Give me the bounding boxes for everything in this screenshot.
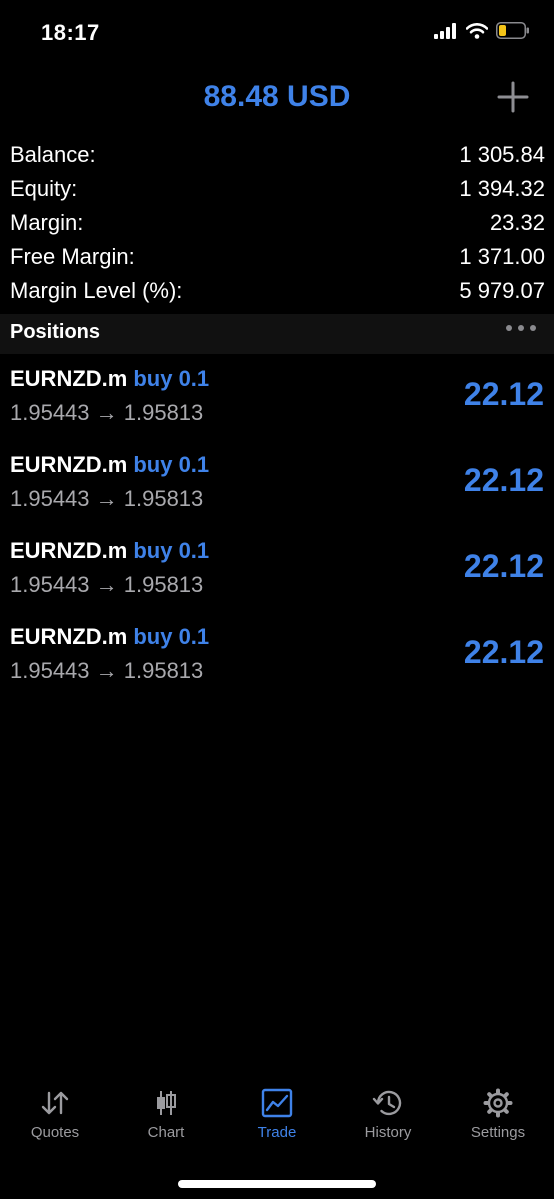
position-side: buy 0.1: [133, 624, 210, 649]
more-dots-icon: [506, 325, 512, 331]
tab-label: Trade: [257, 1124, 297, 1141]
summary-value: 1 371.00: [459, 244, 545, 269]
signal-icon: [434, 22, 456, 39]
position-symbol: EURNZD.m: [10, 538, 128, 563]
summary-value: 1 305.84: [459, 142, 545, 167]
position-title: EURNZD.m buy 0.1: [10, 366, 209, 392]
tab-bar: Quotes Chart Trade History Settings: [0, 1080, 554, 1170]
position-prices: 1.95443 → 1.95813: [10, 486, 204, 511]
account-summary: Balance: 1 305.84 Equity: 1 394.32 Margi…: [10, 138, 545, 308]
status-time: 18:17: [41, 20, 100, 45]
summary-row-free-margin: Free Margin: 1 371.00: [10, 240, 545, 274]
tab-label: Settings: [470, 1124, 526, 1141]
position-title: EURNZD.m buy 0.1: [10, 538, 209, 564]
more-dots-icon: [530, 325, 536, 331]
position-title: EURNZD.m buy 0.1: [10, 452, 209, 478]
account-profit-title: 88.48 USD: [203, 80, 351, 113]
summary-label: Balance:: [10, 142, 96, 167]
tab-chart[interactable]: Chart: [111, 1080, 221, 1160]
summary-label: Margin:: [10, 210, 84, 235]
section-title: Positions: [10, 321, 101, 343]
gear-icon: [483, 1088, 513, 1118]
position-row[interactable]: EURNZD.m buy 0.1 1.95443 → 1.95813 22.12: [0, 446, 554, 532]
positions-section-header: Positions: [0, 314, 554, 354]
summary-label: Margin Level (%):: [10, 278, 183, 303]
position-symbol: EURNZD.m: [10, 366, 128, 391]
position-profit: 22.12: [463, 376, 544, 412]
position-profit: 22.12: [463, 548, 544, 584]
position-row[interactable]: EURNZD.m buy 0.1 1.95443 → 1.95813 22.12: [0, 360, 554, 446]
plus-icon: [497, 81, 529, 113]
positions-list: EURNZD.m buy 0.1 1.95443 → 1.95813 22.12 …: [0, 360, 554, 704]
summary-label: Free Margin:: [10, 244, 135, 269]
status-icons: [434, 22, 530, 39]
position-row[interactable]: EURNZD.m buy 0.1 1.95443 → 1.95813 22.12: [0, 532, 554, 618]
summary-row-margin: Margin: 23.32: [10, 206, 545, 240]
tab-quotes[interactable]: Quotes: [0, 1080, 110, 1160]
summary-label: Equity:: [10, 176, 78, 201]
wifi-icon: [466, 22, 488, 39]
tab-label: History: [364, 1124, 412, 1141]
summary-row-balance: Balance: 1 305.84: [10, 138, 545, 172]
battery-icon: [496, 22, 529, 39]
position-row[interactable]: EURNZD.m buy 0.1 1.95443 → 1.95813 22.12: [0, 618, 554, 704]
tab-label: Chart: [147, 1124, 185, 1141]
more-dots-icon: [518, 325, 524, 331]
summary-value: 1 394.32: [459, 176, 545, 201]
history-clock-icon: [372, 1090, 402, 1116]
sort-arrows-icon: [41, 1091, 69, 1115]
new-order-button[interactable]: [496, 80, 530, 114]
status-bar: 18:17: [0, 0, 554, 68]
home-indicator: [178, 1180, 376, 1188]
position-prices: 1.95443 → 1.95813: [10, 400, 204, 425]
tab-label: Quotes: [30, 1124, 80, 1141]
tab-settings[interactable]: Settings: [443, 1080, 553, 1160]
summary-value: 5 979.07: [459, 278, 545, 303]
position-symbol: EURNZD.m: [10, 624, 128, 649]
summary-value: 23.32: [489, 210, 545, 235]
trade-chart-icon: [261, 1088, 293, 1118]
position-side: buy 0.1: [133, 538, 210, 563]
position-profit: 22.12: [463, 634, 544, 670]
header: 88.48 USD: [0, 72, 554, 124]
position-symbol: EURNZD.m: [10, 452, 128, 477]
position-profit: 22.12: [463, 462, 544, 498]
tab-trade[interactable]: Trade: [222, 1080, 332, 1160]
summary-row-equity: Equity: 1 394.32: [10, 172, 545, 206]
candlestick-icon: [157, 1091, 176, 1115]
position-side: buy 0.1: [133, 366, 210, 391]
position-side: buy 0.1: [133, 452, 210, 477]
position-prices: 1.95443 → 1.95813: [10, 572, 204, 597]
position-title: EURNZD.m buy 0.1: [10, 624, 209, 650]
position-prices: 1.95443 → 1.95813: [10, 658, 204, 683]
tab-history[interactable]: History: [333, 1080, 443, 1160]
summary-row-margin-level: Margin Level (%): 5 979.07: [10, 274, 545, 308]
more-options-button[interactable]: [506, 325, 536, 331]
